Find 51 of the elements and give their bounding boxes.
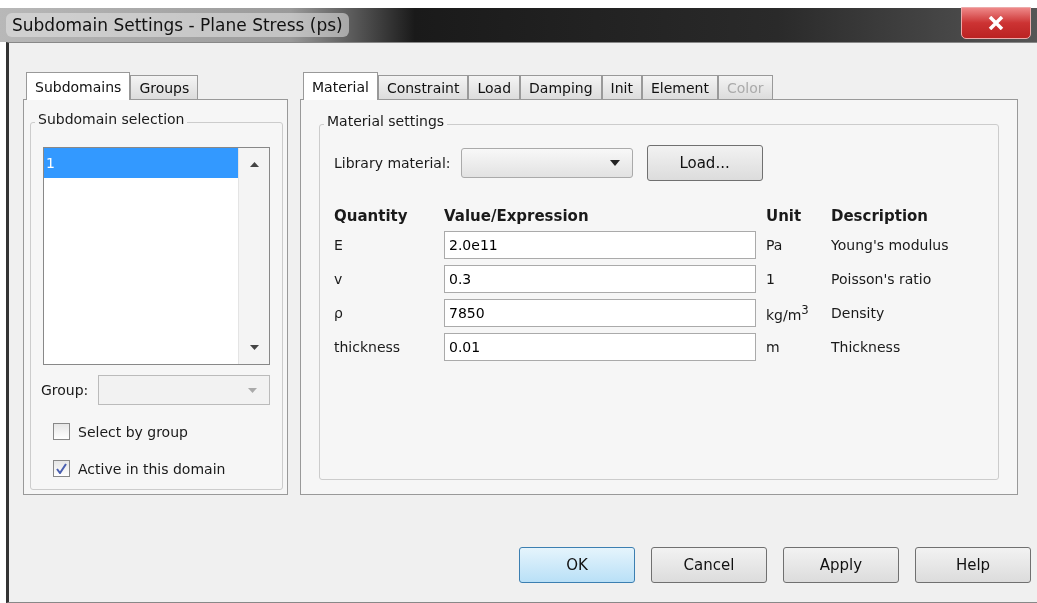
checkbox-label: Active in this domain — [78, 460, 226, 477]
checkbox[interactable] — [53, 460, 70, 477]
quantity-cell-text: v — [334, 271, 344, 287]
quantity-cell-text: E — [334, 237, 344, 253]
tab[interactable]: Damping — [520, 75, 602, 99]
dialog-button[interactable]: OK — [519, 547, 635, 583]
tab[interactable]: Init — [601, 75, 642, 99]
dialog-button[interactable]: Help — [915, 547, 1031, 583]
value-field[interactable]: 0.01 — [444, 333, 756, 361]
tab[interactable]: Subdomains — [26, 72, 131, 100]
checkbox[interactable] — [53, 423, 70, 440]
tab[interactable]: Element — [642, 75, 718, 99]
value-field[interactable]: 2.0e11 — [444, 231, 756, 259]
close-button[interactable] — [961, 7, 1031, 39]
tab[interactable]: Material — [303, 72, 378, 100]
tab[interactable]: Constraint — [377, 75, 469, 99]
caret-icon — [609, 160, 620, 166]
column-header: Unit — [766, 207, 803, 225]
value-field[interactable]: 7850 — [444, 299, 756, 327]
dialog-button[interactable]: Apply — [783, 547, 899, 583]
quantity-cell-text: ρ — [334, 305, 344, 321]
scroll-up-icon — [249, 162, 259, 167]
close-icon — [988, 16, 1004, 30]
group-label: Group: — [41, 382, 89, 398]
unit-cell-text: kg/m$^{3}$ — [766, 303, 810, 323]
description-cell-text: Poisson's ratio — [831, 271, 933, 287]
library-material-dropdown[interactable] — [460, 148, 633, 178]
dialog-button[interactable]: Cancel — [651, 547, 767, 583]
description-cell-text: Thickness — [831, 339, 902, 355]
tab[interactable]: Load — [468, 75, 521, 99]
scroll-down-icon — [249, 345, 259, 350]
column-header: Quantity — [334, 207, 409, 225]
checkbox-label: Select by group — [78, 423, 188, 440]
checkmark-icon — [56, 463, 67, 474]
tab[interactable]: Groups — [130, 75, 199, 99]
description-cell-text: Density — [831, 305, 886, 321]
unit-cell-text: 1 — [766, 271, 776, 287]
value-field[interactable]: 0.3 — [444, 265, 756, 293]
scrollbar[interactable] — [238, 148, 269, 364]
caret-icon — [248, 387, 257, 393]
group-title: Subdomain selection — [35, 111, 188, 127]
quantity-cell-text: thickness — [334, 339, 402, 355]
library-material-label: Library material: — [334, 155, 451, 171]
load-button[interactable]: Load... — [646, 145, 763, 181]
column-header: Description — [831, 207, 930, 225]
window-title: Subdomain Settings - Plane Stress (ps) — [6, 13, 349, 37]
unit-cell-text: Pa — [766, 237, 784, 253]
unit-cell-text: m — [766, 339, 781, 355]
column-header: Value/Expression — [444, 207, 590, 225]
group-title: Material settings — [324, 113, 448, 129]
description-cell-text: Young's modulus — [831, 237, 950, 253]
